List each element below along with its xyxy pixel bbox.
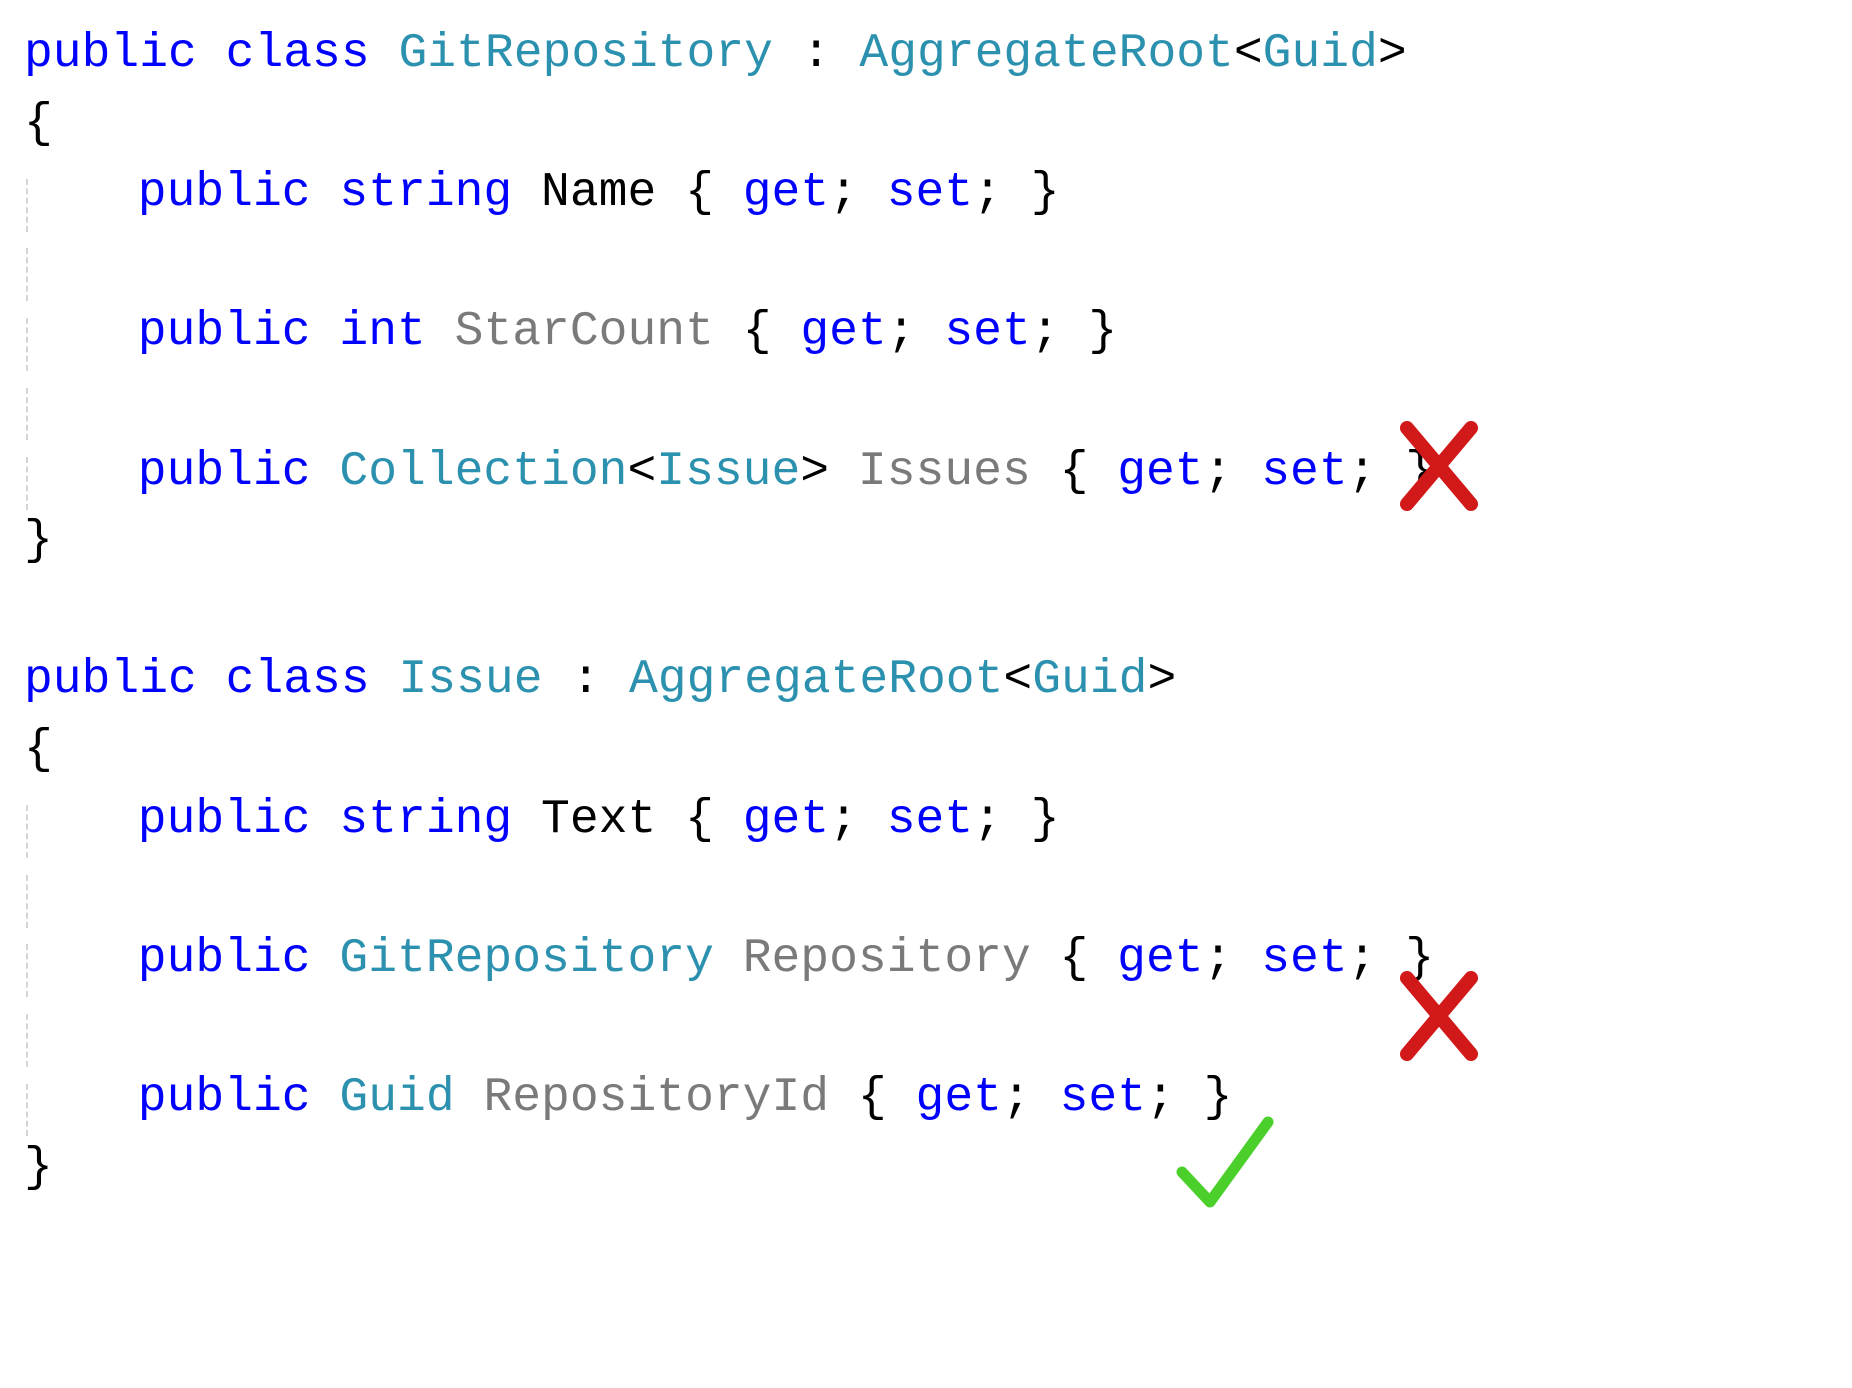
type-guid: Guid (339, 1071, 454, 1125)
semicolon: ; (887, 305, 916, 359)
angle-close: > (1147, 653, 1176, 707)
angle-open: < (1234, 27, 1263, 81)
keyword-public: public (24, 27, 197, 81)
angle-close: > (1378, 27, 1407, 81)
semicolon: ; (1204, 445, 1233, 499)
keyword-public: public (138, 793, 311, 847)
brace-close: } (24, 514, 53, 568)
semicolon: ; (973, 166, 1002, 220)
type-issue: Issue (656, 445, 800, 499)
keyword-set: set (1261, 932, 1347, 986)
keyword-get: get (743, 166, 829, 220)
keyword-set: set (887, 166, 973, 220)
keyword-set: set (1060, 1071, 1146, 1125)
colon: : (802, 27, 831, 81)
member-name: Name (541, 166, 656, 220)
keyword-public: public (24, 653, 197, 707)
keyword-string: string (339, 166, 512, 220)
brace-open: { (743, 305, 772, 359)
keyword-class: class (226, 653, 370, 707)
brace-open: { (24, 97, 53, 151)
semicolon: ; (1146, 1071, 1175, 1125)
type-guid: Guid (1032, 653, 1147, 707)
brace-close: } (24, 1141, 53, 1195)
member-repository: Repository (743, 932, 1031, 986)
keyword-public: public (138, 932, 311, 986)
type-collection: Collection (339, 445, 627, 499)
member-repositoryid: RepositoryId (483, 1071, 829, 1125)
member-text: Text (541, 793, 656, 847)
semicolon: ; (1002, 1071, 1031, 1125)
semicolon: ; (829, 793, 858, 847)
type-issue: Issue (398, 653, 542, 707)
keyword-get: get (1117, 932, 1203, 986)
brace-close: } (1088, 305, 1117, 359)
semicolon: ; (1348, 932, 1377, 986)
angle-open: < (1003, 653, 1032, 707)
keyword-class: class (226, 27, 370, 81)
semicolon: ; (1204, 932, 1233, 986)
brace-open: { (1060, 445, 1089, 499)
brace-open: { (685, 793, 714, 847)
keyword-public: public (138, 1071, 311, 1125)
brace-open: { (24, 723, 53, 777)
brace-close: } (1031, 166, 1060, 220)
type-aggregateroot: AggregateRoot (859, 27, 1233, 81)
keyword-set: set (887, 793, 973, 847)
brace-open: { (858, 1071, 887, 1125)
angle-close: > (800, 445, 829, 499)
semicolon: ; (973, 793, 1002, 847)
keyword-string: string (339, 793, 512, 847)
keyword-get: get (916, 1071, 1002, 1125)
keyword-get: get (1117, 445, 1203, 499)
semicolon: ; (829, 166, 858, 220)
brace-close: } (1405, 445, 1434, 499)
colon: : (571, 653, 600, 707)
type-gitrepository: GitRepository (398, 27, 772, 81)
code-block: public class GitRepository : AggregateRo… (0, 0, 1852, 1223)
keyword-public: public (138, 305, 311, 359)
keyword-get: get (743, 793, 829, 847)
keyword-set: set (944, 305, 1030, 359)
keyword-public: public (138, 445, 311, 499)
keyword-int: int (339, 305, 425, 359)
keyword-public: public (138, 166, 311, 220)
brace-close: } (1204, 1071, 1233, 1125)
angle-open: < (627, 445, 656, 499)
brace-close: } (1031, 793, 1060, 847)
type-guid: Guid (1263, 27, 1378, 81)
semicolon: ; (1348, 445, 1377, 499)
semicolon: ; (1031, 305, 1060, 359)
brace-open: { (685, 166, 714, 220)
keyword-get: get (800, 305, 886, 359)
brace-open: { (1060, 932, 1089, 986)
member-starcount: StarCount (455, 305, 714, 359)
brace-close: } (1405, 932, 1434, 986)
type-gitrepository: GitRepository (339, 932, 713, 986)
keyword-set: set (1261, 445, 1347, 499)
member-issues: Issues (858, 445, 1031, 499)
type-aggregateroot: AggregateRoot (629, 653, 1003, 707)
